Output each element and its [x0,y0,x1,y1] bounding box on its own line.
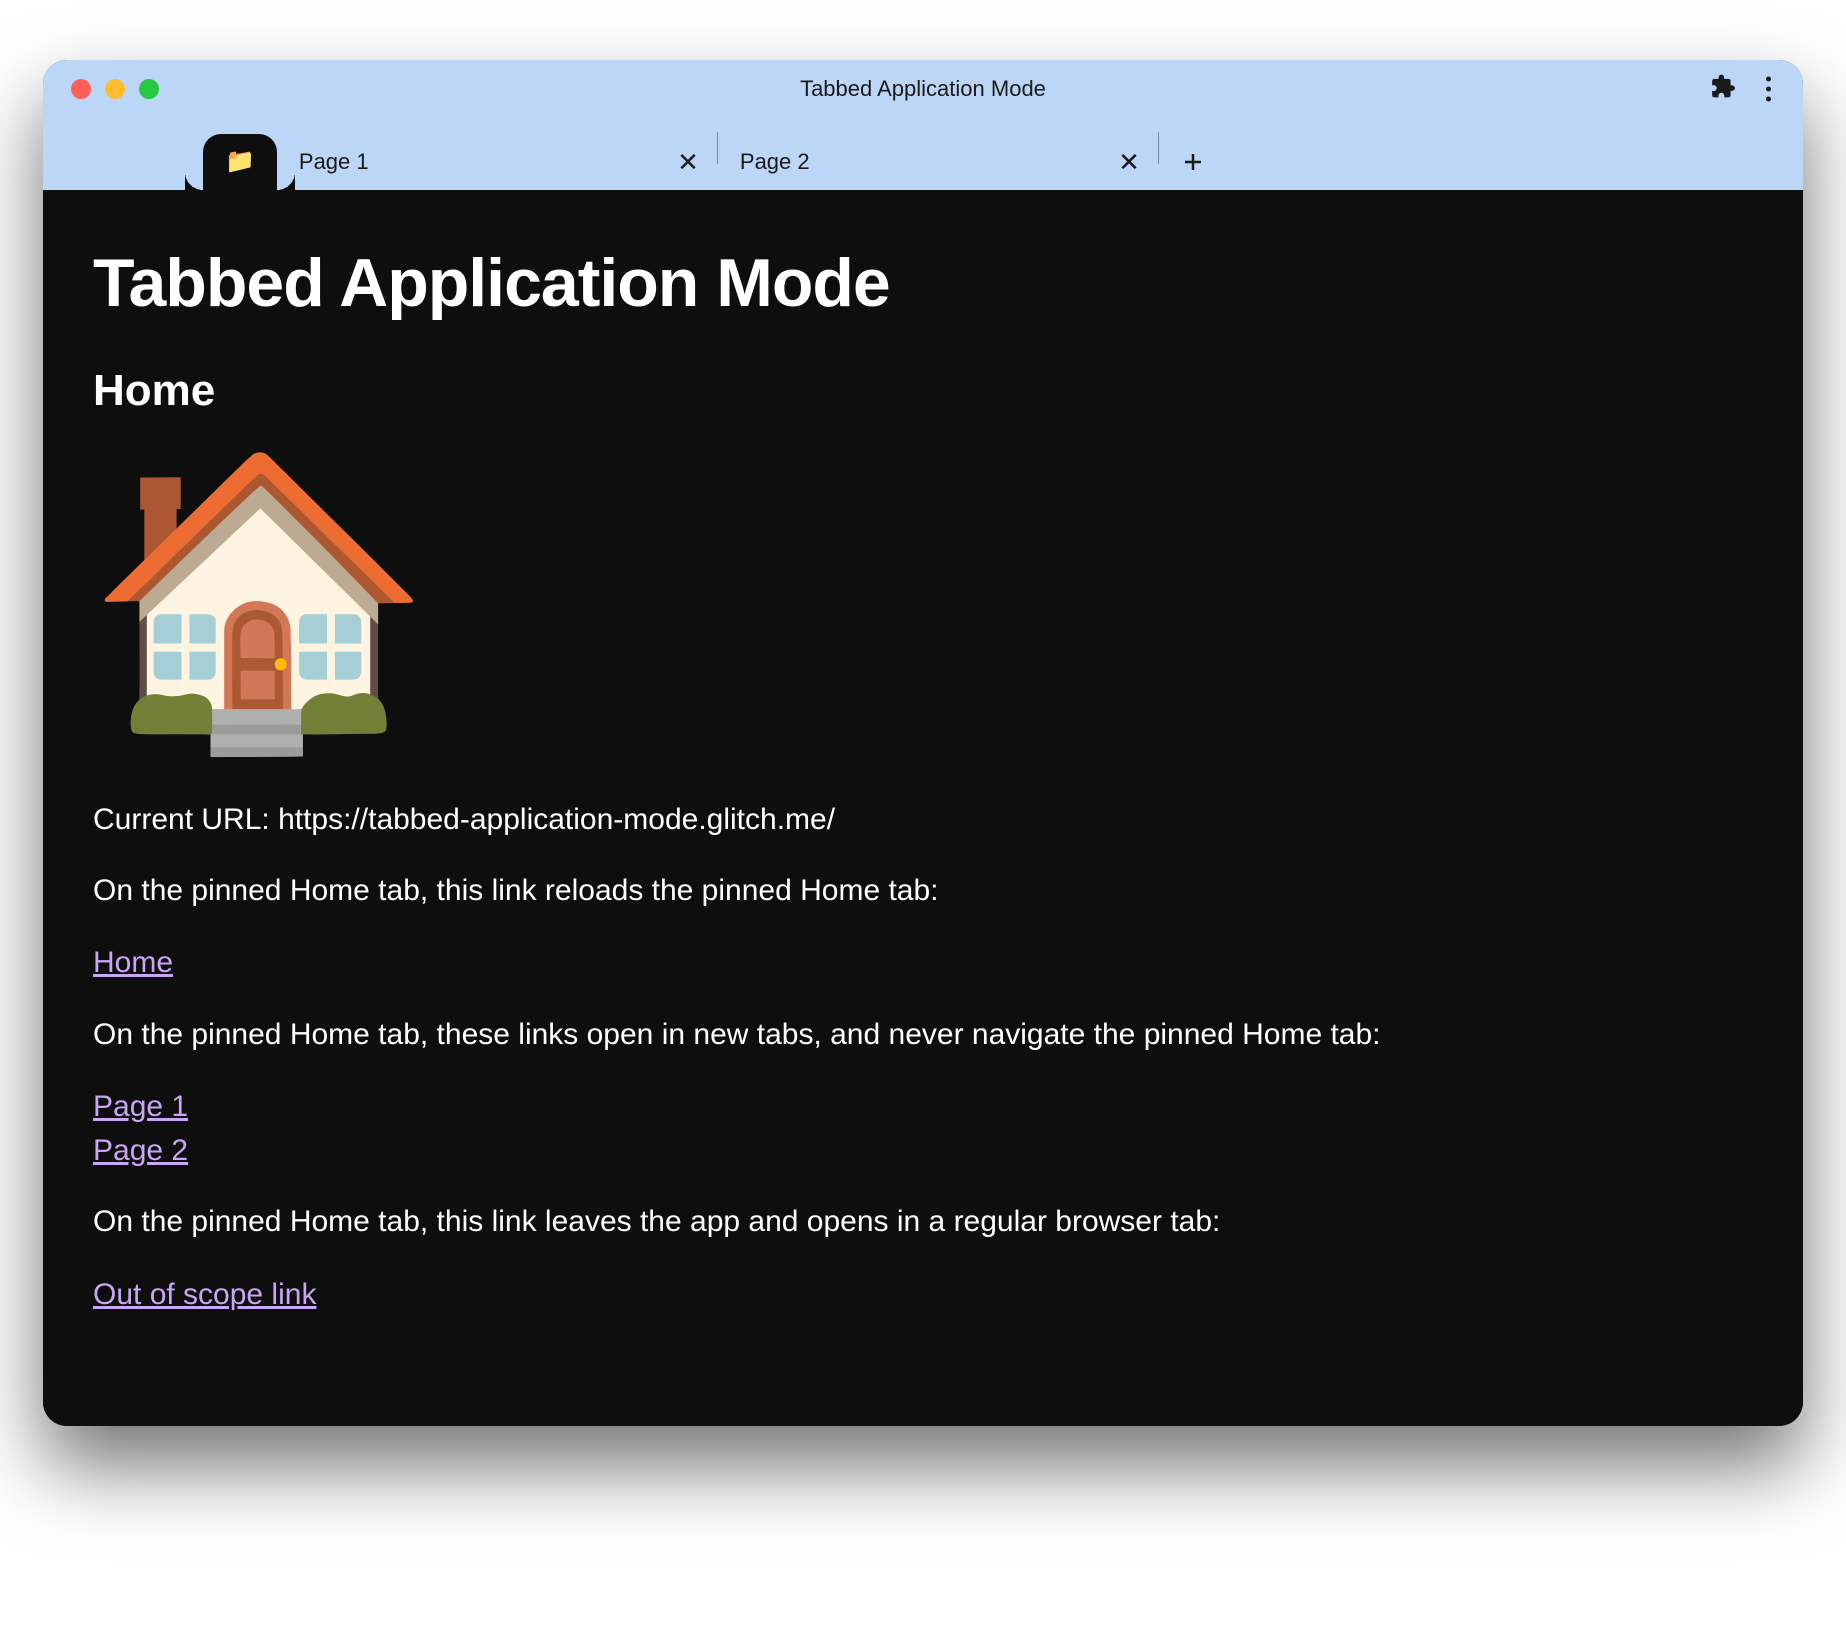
app-window: Tabbed Application Mode 📁 Page 1 ✕ Page … [43,60,1803,1426]
out-of-scope-link[interactable]: Out of scope link [93,1273,1753,1317]
minimize-window-button[interactable] [105,79,125,99]
page-content: Tabbed Application Mode Home 🏠 Current U… [43,190,1803,1426]
close-tab-icon[interactable]: ✕ [1118,149,1140,175]
title-actions [1710,73,1779,106]
close-tab-icon[interactable]: ✕ [677,149,699,175]
tab-label: Page 1 [299,149,369,175]
pinned-home-tab[interactable]: 📁 [203,134,277,190]
page-1-link[interactable]: Page 1 [93,1085,1753,1129]
new-tab-button[interactable] [1169,138,1217,186]
tab-page-1[interactable]: Page 1 ✕ [277,134,717,190]
tabstrip: 📁 Page 1 ✕ Page 2 ✕ [43,118,1803,190]
titlebar-top: Tabbed Application Mode [43,60,1803,118]
page-2-link[interactable]: Page 2 [93,1129,1753,1173]
out-of-scope-link-block: Out of scope link [93,1273,1753,1317]
home-link[interactable]: Home [93,941,1753,985]
window-title: Tabbed Application Mode [800,76,1046,102]
extensions-icon[interactable] [1710,74,1736,105]
current-url-value: https://tabbed-application-mode.glitch.m… [278,803,835,836]
window-controls [71,79,159,99]
page-title: Tabbed Application Mode [93,244,1753,322]
pinned-reload-text: On the pinned Home tab, this link reload… [93,871,1753,912]
page-subtitle: Home [93,366,1753,416]
home-link-block: Home [93,941,1753,985]
out-of-scope-text: On the pinned Home tab, this link leaves… [93,1202,1753,1243]
open-new-text: On the pinned Home tab, these links open… [93,1015,1753,1056]
zoom-window-button[interactable] [139,79,159,99]
current-url-line: Current URL: https://tabbed-application-… [93,800,1753,841]
tab-separator [1158,132,1159,164]
current-url-label: Current URL: [93,803,278,836]
tab-page-2[interactable]: Page 2 ✕ [718,134,1158,190]
more-menu-icon[interactable] [1758,73,1779,106]
house-icon: 🏠 [85,460,1753,740]
close-window-button[interactable] [71,79,91,99]
tab-label: Page 2 [740,149,810,175]
page-links-block: Page 1 Page 2 [93,1085,1753,1172]
titlebar: Tabbed Application Mode 📁 Page 1 ✕ Page … [43,60,1803,190]
folder-icon: 📁 [225,150,255,174]
